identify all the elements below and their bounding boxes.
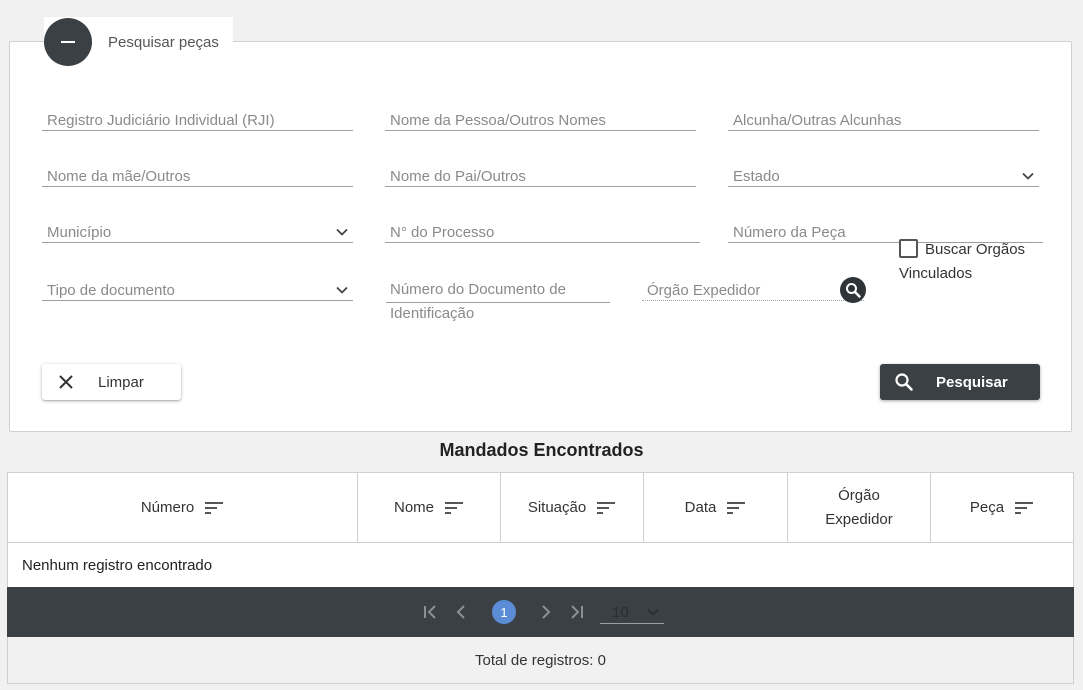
chevron-down-icon xyxy=(1022,172,1034,180)
tipo-documento-placeholder: Tipo de documento xyxy=(47,282,175,299)
empty-message-row: Nenhum registro encontrado xyxy=(8,543,1073,588)
column-label: Órgão Expedidor xyxy=(825,486,893,528)
results-table: Número Nome Situação Data Órgão Expedido… xyxy=(7,472,1074,589)
previous-page-icon[interactable] xyxy=(453,604,469,620)
first-page-icon[interactable] xyxy=(422,604,438,620)
table-header: Número Nome Situação Data Órgão Expedido… xyxy=(8,473,1073,543)
column-label: Peça xyxy=(969,499,1005,516)
nome-mae-placeholder: Nome da mãe/Outros xyxy=(47,168,191,185)
sort-icon xyxy=(205,501,224,514)
orgao-search-button[interactable] xyxy=(840,277,866,303)
sort-icon xyxy=(597,501,616,514)
total-records-footer: Total de registros: 0 xyxy=(7,637,1074,684)
column-header-nome[interactable]: Nome xyxy=(358,473,501,542)
rji-placeholder: Registro Judiciário Individual (RJI) xyxy=(47,112,275,129)
column-header-numero[interactable]: Número xyxy=(8,473,358,542)
orgao-expedidor-placeholder: Órgão Expedidor xyxy=(647,282,761,299)
sort-icon xyxy=(445,501,463,514)
chevron-down-icon xyxy=(336,228,348,236)
page-number-button[interactable]: 1 xyxy=(492,600,516,624)
rji-field[interactable]: Registro Judiciário Individual (RJI) xyxy=(42,107,353,131)
buscar-orgaos-checkbox[interactable] xyxy=(899,239,918,258)
column-header-orgao-expedidor[interactable]: Órgão Expedidor xyxy=(788,473,931,542)
empty-message: Nenhum registro encontrado xyxy=(22,557,213,574)
nome-pessoa-placeholder: Nome da Pessoa/Outros Nomes xyxy=(390,112,606,129)
last-page-icon[interactable] xyxy=(569,604,585,620)
paginator: 1 10 xyxy=(7,587,1074,637)
processo-field[interactable]: N° do Processo xyxy=(385,219,700,243)
page-size-value: 10 xyxy=(612,604,629,621)
search-panel-title: Pesquisar peças xyxy=(108,33,219,51)
column-header-situacao[interactable]: Situação xyxy=(501,473,644,542)
close-icon xyxy=(59,375,73,389)
processo-placeholder: N° do Processo xyxy=(390,224,495,241)
column-label: Número xyxy=(140,499,195,516)
collapse-toggle-button[interactable] xyxy=(44,18,92,66)
orgao-expedidor-field[interactable]: Órgão Expedidor xyxy=(642,277,864,301)
column-header-data[interactable]: Data xyxy=(644,473,788,542)
numero-documento-field[interactable]: Número do Documento de Identificação xyxy=(386,278,610,326)
numero-documento-underline xyxy=(386,302,610,303)
estado-placeholder: Estado xyxy=(733,168,780,185)
column-header-peca[interactable]: Peça xyxy=(931,473,1073,542)
page-size-select[interactable]: 10 xyxy=(600,600,664,624)
sort-icon xyxy=(727,501,746,514)
search-icon xyxy=(895,373,913,391)
nome-pessoa-field[interactable]: Nome da Pessoa/Outros Nomes xyxy=(385,107,696,131)
chevron-down-icon xyxy=(647,608,659,616)
nome-mae-field[interactable]: Nome da mãe/Outros xyxy=(42,163,353,187)
search-panel-header: Pesquisar peças xyxy=(44,17,233,67)
municipio-placeholder: Município xyxy=(47,224,112,241)
minus-icon xyxy=(61,41,75,43)
nome-pai-field[interactable]: Nome do Pai/Outros xyxy=(385,163,696,187)
clear-button-label: Limpar xyxy=(98,373,144,391)
search-icon xyxy=(846,283,861,298)
nome-pai-placeholder: Nome do Pai/Outros xyxy=(390,168,526,185)
buscar-orgaos-checkbox-group: Buscar Orgãos Vinculados xyxy=(899,238,1049,286)
municipio-select[interactable]: Município xyxy=(42,219,353,243)
search-button[interactable]: Pesquisar xyxy=(880,364,1040,400)
tipo-documento-select[interactable]: Tipo de documento xyxy=(42,277,353,301)
chevron-down-icon xyxy=(336,286,348,294)
column-label: Nome xyxy=(393,499,434,516)
column-label: Data xyxy=(684,499,717,516)
clear-button[interactable]: Limpar xyxy=(42,364,181,400)
results-title: Mandados Encontrados xyxy=(439,440,644,460)
total-records-label: Total de registros: 0 xyxy=(475,651,606,669)
estado-select[interactable]: Estado xyxy=(728,163,1039,187)
sort-icon xyxy=(1015,501,1034,514)
column-label: Situação xyxy=(527,499,587,516)
alcunha-placeholder: Alcunha/Outras Alcunhas xyxy=(733,112,902,129)
next-page-icon[interactable] xyxy=(538,604,554,620)
numero-peca-placeholder: Número da Peça xyxy=(733,224,846,241)
search-button-label: Pesquisar xyxy=(936,373,1008,391)
alcunha-field[interactable]: Alcunha/Outras Alcunhas xyxy=(728,107,1039,131)
